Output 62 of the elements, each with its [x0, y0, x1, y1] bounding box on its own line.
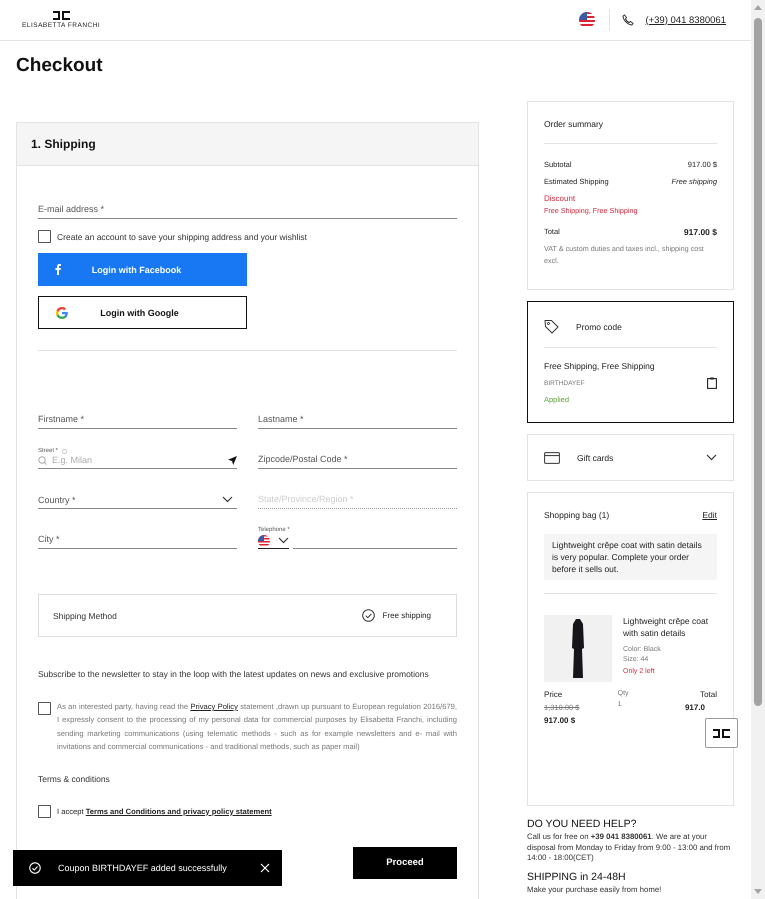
- proceed-button[interactable]: Proceed: [353, 846, 457, 879]
- help-heading: SHIPPING in 24-48H: [527, 870, 627, 882]
- flag-icon[interactable]: [579, 12, 596, 28]
- chevron-down-icon: [278, 537, 289, 544]
- checkbox-label: Create an account to save your shipping address and your wishlist: [57, 232, 307, 242]
- checkbox[interactable]: [38, 804, 51, 818]
- newsletter-text: Subscribe to the newsletter to stay in the loop with the latest updates on news and exclusive promotions: [38, 669, 430, 680]
- checkbox[interactable]: [38, 230, 51, 243]
- promo-name: Free Shipping, Free Shipping: [544, 361, 656, 371]
- popularity-notice: Lightweight crêpe coat with satin details is very popular. Complete your order before it sells out.: [544, 534, 717, 580]
- flag-icon: [258, 534, 270, 546]
- shipping-method-label: Shipping Method: [53, 610, 117, 620]
- email-field[interactable]: E-mail address *: [38, 204, 457, 219]
- text-field[interactable]: Lastname *: [258, 414, 457, 429]
- close-button[interactable]: [260, 863, 270, 873]
- card-title: Promo code: [576, 322, 622, 332]
- shipping-option[interactable]: Free shipping: [362, 609, 431, 622]
- check-circle-icon: [362, 609, 375, 622]
- discount-label: Discount: [544, 194, 576, 203]
- section-header: 1. Shipping: [17, 123, 478, 166]
- chevron-down-icon: [222, 496, 233, 503]
- edit-link[interactable]: Edit: [702, 510, 717, 520]
- street-field[interactable]: E.g. Milan: [52, 455, 223, 465]
- chevron-down-icon: [706, 454, 717, 461]
- text-field[interactable]: Zipcode/Postal Code *: [258, 454, 457, 469]
- card-title: Order summary: [544, 119, 717, 144]
- price: 917.00 $: [544, 716, 576, 725]
- checkbox[interactable]: [38, 702, 51, 715]
- phone-icon: [622, 14, 634, 26]
- total-price: 917.0: [684, 703, 705, 712]
- location-arrow-icon: [228, 456, 237, 464]
- text-field[interactable]: City *: [38, 534, 237, 549]
- page-title: Checkout: [16, 54, 104, 78]
- close-icon: [260, 863, 270, 873]
- toast-message: Coupon BIRTHDAYEF added successfully: [58, 863, 228, 873]
- card-icon: [544, 452, 560, 464]
- logo-icon: [713, 728, 730, 738]
- terms-heading: Terms & conditions: [38, 774, 111, 784]
- tag-icon: [544, 319, 559, 334]
- facebook-login-button[interactable]: Login with Facebook: [38, 253, 247, 286]
- google-icon: [56, 306, 68, 318]
- column-label: Price: [544, 690, 564, 699]
- summary-value: 917.00 $: [684, 227, 717, 237]
- logo-icon: [52, 11, 70, 20]
- google-login-button[interactable]: Login with Google: [38, 296, 247, 329]
- facebook-icon: [55, 264, 61, 275]
- info-icon: [62, 449, 68, 454]
- search-icon: [38, 456, 47, 464]
- product-name: Lightweight crêpe coat with satin details: [623, 615, 710, 639]
- card-title: Shopping bag (1): [544, 510, 610, 520]
- check-circle-icon: [29, 862, 41, 874]
- column-label: Total: [700, 690, 717, 699]
- clipboard-icon[interactable]: [707, 377, 717, 389]
- card-title: Gift cards: [577, 452, 614, 462]
- gift-cards-card[interactable]: Gift cards: [527, 434, 734, 481]
- coat-drawing: [571, 618, 585, 680]
- country-code-dropdown[interactable]: [258, 535, 289, 549]
- text-field[interactable]: Firstname *: [38, 414, 237, 429]
- country-select[interactable]: Country *: [38, 494, 237, 509]
- help-heading: DO YOU NEED HELP?: [527, 818, 638, 830]
- phone-link[interactable]: (+39) 041 8380061: [645, 14, 726, 26]
- chat-button[interactable]: [705, 718, 738, 748]
